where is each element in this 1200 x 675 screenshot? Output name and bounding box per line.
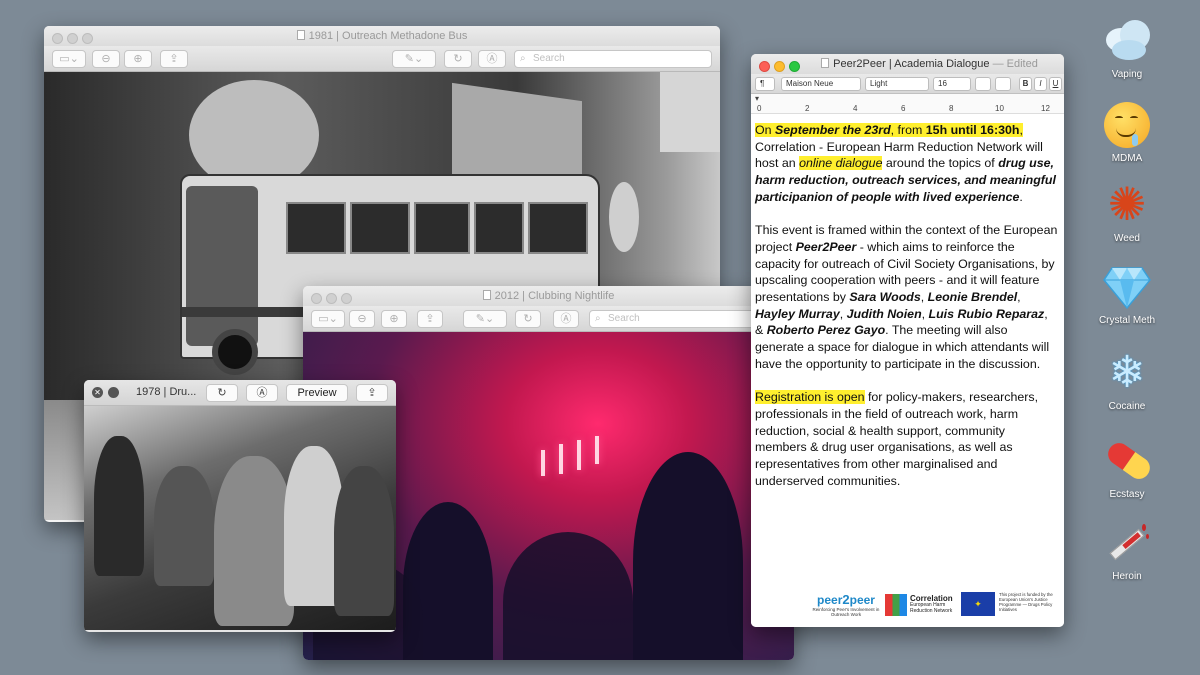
drooling-face-icon [1102,100,1152,150]
markup-toolbar-icon[interactable]: Ⓐ [553,310,579,328]
vape-cloud-icon [1102,16,1152,66]
markup-toolbar-icon[interactable]: Ⓐ [478,50,506,68]
audience-1978-photo [84,406,396,630]
dock-item-mdma[interactable]: MDMA [1086,100,1168,164]
text-color-well[interactable] [975,77,991,91]
zoom-in-icon[interactable]: ⊕ [124,50,152,68]
rotate-icon[interactable]: ↻ [444,50,472,68]
share-icon[interactable]: ⇪ [160,50,188,68]
correlation-mark-icon [885,594,907,616]
bold-button[interactable]: B [1019,77,1032,91]
dock-item-heroin[interactable]: Heroin [1086,518,1168,582]
preview-button[interactable]: Preview [286,384,348,402]
document-body[interactable]: On September the 23rd, from 15h until 16… [751,114,1064,627]
zoom-button[interactable] [82,33,93,44]
search-icon: ⌕ [595,313,601,324]
dock-item-vaping[interactable]: Vaping [1086,16,1168,80]
search-input[interactable]: ⌕ Search [514,50,712,68]
minimize-icon[interactable] [108,387,119,398]
font-size-select[interactable]: 16 [933,77,971,91]
window-title: Peer2Peer | Academia Dialogue [833,58,990,70]
paragraph-3: Registration is open for policy-makers, … [755,390,1039,488]
syringe-icon [1102,518,1152,568]
zoom-out-icon[interactable]: ⊖ [349,310,375,328]
share-icon[interactable]: ⇪ [417,310,443,328]
toolbar: ▭⌄ ⊖ ⊕ ⇪ ✎⌄ ↻ Ⓐ ⌕ Search [44,46,720,72]
toolbar: ▭⌄ ⊖ ⊕ ⇪ ✎⌄ ↻ Ⓐ ⌕ Search [303,306,794,332]
zoom-in-icon[interactable]: ⊕ [381,310,407,328]
markup-toolbar-icon[interactable]: Ⓐ [246,384,278,402]
paragraph-1: On September the 23rd, from 15h until 16… [755,123,1056,204]
tab-stop-icon: ▾ [755,94,760,103]
document-icon [296,30,305,40]
drugs-1978-window[interactable]: ✕ 1978 | Dru... ↻ Ⓐ Preview ⇪ [84,380,396,632]
format-toolbar: ¶ Maison Neue Light 16 B I U [751,74,1064,94]
dock-item-crystal-meth[interactable]: Crystal Meth [1086,262,1168,326]
textedit-window[interactable]: Peer2Peer | Academia Dialogue — Edited ¶… [751,54,1064,627]
eu-funding-text: This project is funded by the European U… [999,592,1053,612]
minimize-button[interactable] [67,33,78,44]
sidebar-toggle-button[interactable]: ▭⌄ [311,310,345,328]
titlebar[interactable]: ✕ 1978 | Dru... ↻ Ⓐ Preview ⇪ [84,380,396,406]
partner-logos: peer2peer Reinforcing Peer's Involvement… [811,592,1061,618]
markup-pen-icon[interactable]: ✎⌄ [392,50,436,68]
rotate-icon[interactable]: ↻ [206,384,238,402]
zoom-button[interactable] [341,293,352,304]
titlebar[interactable]: 2012 | Clubbing Nightlife [303,286,794,306]
close-button[interactable] [311,293,322,304]
search-icon: ⌕ [520,53,526,64]
window-title: 2012 | Clubbing Nightlife [494,290,615,302]
snowflake-icon: ❄ [1108,348,1146,397]
edited-indicator: — Edited [992,58,1038,70]
dock-item-weed[interactable]: ✺ Weed [1086,178,1168,244]
italic-button[interactable]: I [1034,77,1047,91]
titlebar[interactable]: 1981 | Outreach Methadone Bus [44,26,720,46]
dock-item-cocaine[interactable]: ❄ Cocaine [1086,348,1168,412]
peer2peer-logo: peer2peer Reinforcing Peer's Involvement… [812,592,880,617]
dock-item-ecstasy[interactable]: Ecstasy [1086,436,1168,500]
zoom-button[interactable] [789,61,800,72]
ruler[interactable]: ▾ 0 2 4 6 8 10 12 [751,94,1064,114]
sidebar-toggle-button[interactable]: ▭⌄ [52,50,86,68]
window-title: 1981 | Outreach Methadone Bus [308,30,468,42]
diamond-icon [1102,262,1152,312]
paragraph-2: This event is framed within the context … [755,223,1058,371]
background-color-well[interactable] [995,77,1011,91]
titlebar[interactable]: Peer2Peer | Academia Dialogue — Edited [751,54,1064,74]
minimize-button[interactable] [774,61,785,72]
rotate-icon[interactable]: ↻ [515,310,541,328]
close-button[interactable] [759,61,770,72]
eu-flag-icon: ✦ [961,592,995,616]
share-icon[interactable]: ⇪ [356,384,388,402]
document-icon [821,58,830,68]
window-title: 1978 | Dru... [136,386,197,398]
maple-leaf-icon: ✺ [1107,178,1147,230]
document-icon [482,290,491,300]
font-weight-select[interactable]: Light [865,77,929,91]
close-icon[interactable]: ✕ [92,387,103,398]
minimize-button[interactable] [326,293,337,304]
pill-icon [1102,436,1155,486]
paragraph-style-select[interactable]: ¶ [755,77,775,91]
markup-pen-icon[interactable]: ✎⌄ [463,310,507,328]
close-button[interactable] [52,33,63,44]
zoom-out-icon[interactable]: ⊖ [92,50,120,68]
underline-button[interactable]: U [1049,77,1062,91]
font-family-select[interactable]: Maison Neue [781,77,861,91]
